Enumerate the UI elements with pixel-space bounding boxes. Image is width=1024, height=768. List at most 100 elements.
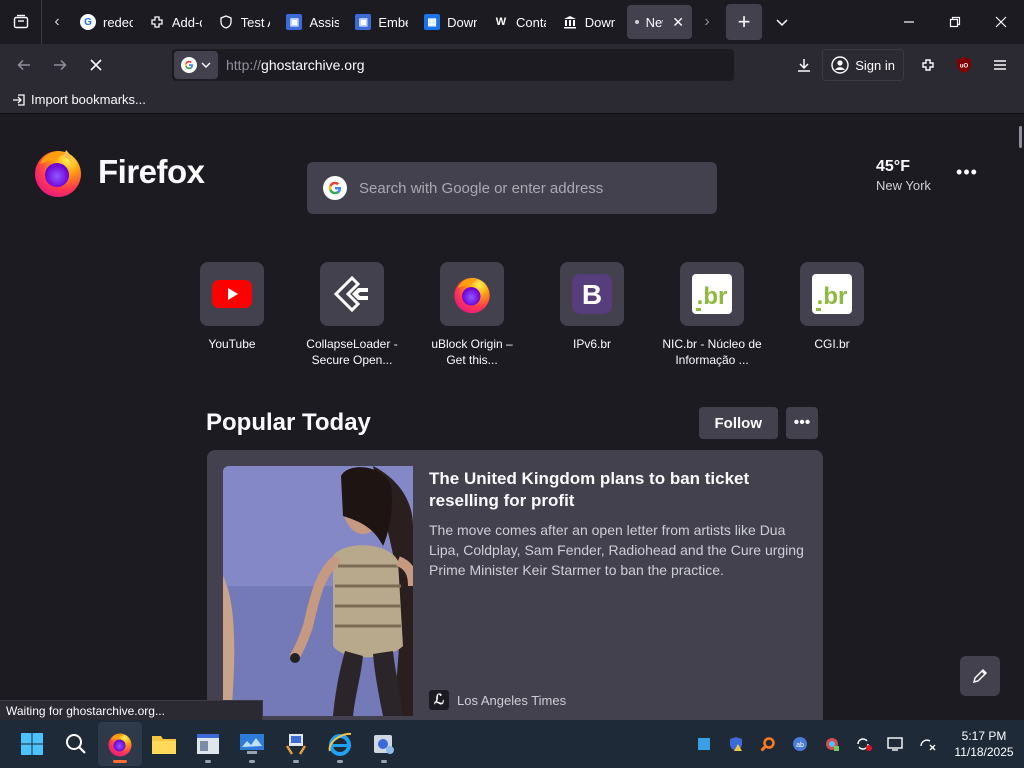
tray-app-4[interactable]: ab bbox=[784, 720, 816, 768]
tab-scroll-right-button[interactable]: › bbox=[692, 0, 722, 44]
weather-widget[interactable]: 45°F New York bbox=[876, 158, 931, 193]
page-scrollbar[interactable] bbox=[1019, 126, 1022, 148]
bootstrap-icon: B bbox=[572, 274, 612, 314]
download-icon bbox=[798, 59, 811, 72]
shortcut-ublock-origin[interactable]: uBlock Origin – Get this... bbox=[412, 262, 532, 368]
tab-5[interactable]: ▦Downloads bbox=[416, 5, 485, 39]
colorful-gear-icon bbox=[826, 738, 839, 751]
chevron-left-icon: ‹ bbox=[54, 13, 60, 30]
tray-search-tool[interactable] bbox=[752, 720, 784, 768]
search-placeholder: Search with Google or enter address bbox=[359, 179, 604, 197]
restore-icon bbox=[949, 16, 961, 28]
new-tab-button[interactable]: + bbox=[726, 4, 762, 40]
more-dots-icon: ••• bbox=[793, 414, 811, 431]
tray-sync[interactable] bbox=[848, 720, 880, 768]
sign-in-button[interactable]: Sign in bbox=[822, 49, 904, 81]
search-box[interactable]: Search with Google or enter address bbox=[307, 162, 717, 214]
sync-error-icon bbox=[857, 738, 872, 751]
tab-3[interactable]: ▣Assistant bbox=[278, 5, 347, 39]
loading-dot-icon bbox=[634, 20, 639, 24]
tray-app-5[interactable] bbox=[816, 720, 848, 768]
control-panel-icon bbox=[374, 735, 394, 754]
app-window-icon: ▣ bbox=[355, 14, 372, 30]
google-icon bbox=[323, 176, 347, 200]
google-icon bbox=[181, 57, 197, 73]
puzzle-icon bbox=[922, 59, 934, 71]
svg-text:B: B bbox=[582, 279, 602, 310]
forward-button[interactable] bbox=[42, 49, 78, 81]
ublock-origin-button[interactable]: uO bbox=[946, 49, 982, 81]
tray-network[interactable] bbox=[912, 720, 944, 768]
tray-app-1[interactable] bbox=[688, 720, 720, 768]
story-card[interactable]: The United Kingdom plans to ban ticket r… bbox=[207, 450, 823, 720]
network-tools-icon bbox=[285, 734, 307, 755]
close-tab-icon[interactable]: ✕ bbox=[672, 14, 684, 31]
monitor-chart-icon bbox=[240, 734, 264, 754]
tab-favicon-icon: G bbox=[80, 14, 96, 30]
tray-display[interactable] bbox=[880, 720, 912, 768]
weather-temperature: 45°F bbox=[876, 158, 910, 175]
minimize-button[interactable] bbox=[886, 0, 932, 44]
taskbar-internet-explorer[interactable] bbox=[318, 722, 362, 766]
shortcut-tile bbox=[440, 262, 504, 326]
tab-2[interactable]: Test Ads bbox=[210, 5, 279, 39]
network-disconnected-icon bbox=[920, 739, 936, 751]
shortcut-youtube[interactable]: YouTube bbox=[172, 262, 292, 368]
tab-4[interactable]: ▣Embed bbox=[347, 5, 416, 39]
back-button[interactable] bbox=[6, 49, 42, 81]
windows-logo-icon bbox=[21, 733, 43, 755]
customize-button[interactable] bbox=[960, 656, 1000, 696]
extensions-button[interactable] bbox=[910, 49, 946, 81]
more-dots-icon: ••• bbox=[956, 162, 978, 182]
follow-button[interactable]: Follow bbox=[698, 407, 778, 439]
restore-button[interactable] bbox=[932, 0, 978, 44]
shortcut-tile: .br bbox=[800, 262, 864, 326]
story-title[interactable]: The United Kingdom plans to ban ticket r… bbox=[429, 468, 811, 512]
taskbar-network-app[interactable] bbox=[274, 722, 318, 766]
tab-active[interactable]: New Tab✕ bbox=[626, 5, 692, 39]
svg-text:.br: .br bbox=[817, 283, 848, 310]
tab-overview-button[interactable] bbox=[0, 0, 42, 44]
shortcut-ipv6-br[interactable]: B IPv6.br bbox=[532, 262, 652, 368]
window-controls bbox=[886, 0, 1024, 44]
tab-0[interactable]: Gredeca bbox=[72, 5, 141, 39]
import-bookmarks-item[interactable]: Import bookmarks... bbox=[12, 92, 146, 107]
shortcut-collapseloader[interactable]: CollapseLoader - Secure Open... bbox=[292, 262, 412, 368]
cgibr-icon: .br bbox=[812, 274, 852, 314]
shortcut-tile: B bbox=[560, 262, 624, 326]
popular-actions: Follow ••• bbox=[698, 407, 818, 439]
shortcut-tile bbox=[320, 262, 384, 326]
tab-7[interactable]: Download bbox=[554, 5, 623, 39]
downloads-button[interactable] bbox=[786, 49, 822, 81]
story-image bbox=[223, 466, 413, 716]
search-engine-button[interactable] bbox=[174, 51, 218, 79]
weather-more-button[interactable]: ••• bbox=[952, 162, 982, 186]
taskbar-monitor-app[interactable] bbox=[230, 722, 274, 766]
popular-more-button[interactable]: ••• bbox=[786, 407, 818, 439]
tab-scroll-left-button[interactable]: ‹ bbox=[42, 0, 72, 44]
tab-1[interactable]: Add-ons bbox=[141, 5, 210, 39]
taskbar-app-window[interactable] bbox=[186, 722, 230, 766]
start-button[interactable] bbox=[10, 722, 54, 766]
shortcut-cgi-br[interactable]: .br CGI.br bbox=[772, 262, 892, 368]
stop-loading-button[interactable] bbox=[78, 49, 114, 81]
tab-6[interactable]: WContact bbox=[485, 5, 554, 39]
close-window-button[interactable] bbox=[978, 0, 1024, 44]
display-icon bbox=[887, 737, 903, 751]
taskbar-search-button[interactable] bbox=[54, 722, 98, 766]
weather-city: New York bbox=[876, 178, 931, 193]
taskbar-file-explorer[interactable] bbox=[142, 722, 186, 766]
tray-security[interactable] bbox=[720, 720, 752, 768]
url-bar[interactable]: http://ghostarchive.org bbox=[172, 49, 734, 81]
app-menu-button[interactable] bbox=[982, 49, 1018, 81]
taskbar-firefox[interactable] bbox=[98, 722, 142, 766]
clock[interactable]: 5:17 PM 11/18/2025 bbox=[944, 728, 1024, 760]
url-scheme: http:// bbox=[226, 57, 262, 73]
taskbar-settings-app[interactable] bbox=[362, 722, 406, 766]
search-icon bbox=[66, 734, 86, 754]
list-all-tabs-button[interactable] bbox=[762, 0, 802, 44]
windows-store-icon: ▦ bbox=[424, 14, 441, 30]
navigation-toolbar: http://ghostarchive.org Sign in uO bbox=[0, 44, 1024, 86]
shortcut-nic-br[interactable]: .br NIC.br - Núcleo de Informação ... bbox=[652, 262, 772, 368]
popular-today-title: Popular Today bbox=[206, 409, 371, 436]
